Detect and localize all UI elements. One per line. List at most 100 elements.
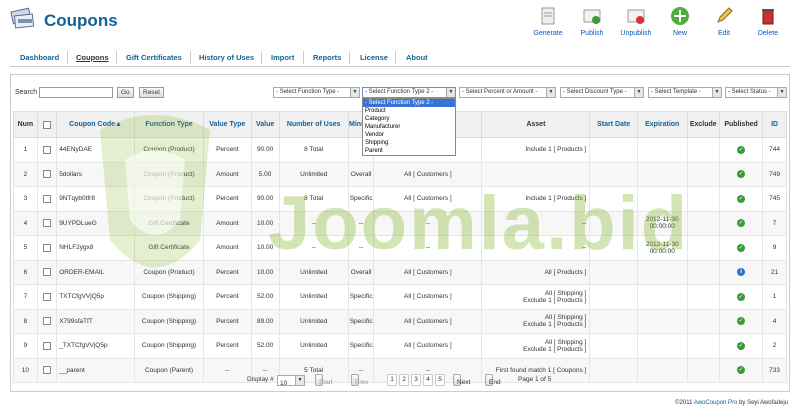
percent-amount-select[interactable]: - Select Percent or Amount - ▼ [459, 87, 556, 98]
generate-icon [541, 7, 555, 25]
table-row[interactable]: 7 TXTCfgVVjQ5p Coupon (Shipping) Percent 52.… [13, 284, 787, 310]
published-check-icon[interactable]: ✓ [737, 341, 746, 350]
function-type-select[interactable]: - Select Function Type - ▼ [273, 87, 360, 98]
generate-button[interactable]: Generate [526, 6, 570, 37]
edit-button[interactable]: Edit [702, 6, 746, 37]
row-checkbox[interactable] [42, 194, 51, 203]
dropdown-option[interactable]: Manufacturer [363, 123, 455, 131]
published-check-icon[interactable]: ✓ [737, 145, 746, 154]
dropdown-option[interactable]: - Select Function Type 2 - [363, 99, 455, 107]
customers: All [ Customers ] [373, 161, 483, 187]
coupon-code-link[interactable]: TXTCfgVVjQ5p [56, 284, 135, 310]
table-row[interactable]: 4 9UYPDLueG Gift Certificate Amount 10.00 -- -… [13, 210, 787, 236]
column-header-published[interactable]: Published [718, 111, 764, 138]
table-row[interactable]: 9 _TXTCfgVVjQ5p Coupon (Shipping) Percent 52… [13, 333, 787, 359]
published-check-icon[interactable]: ✓ [737, 317, 746, 326]
display-count-select[interactable]: 10 ▼ [277, 375, 305, 386]
new-button[interactable]: New [658, 6, 702, 37]
delete-button[interactable]: Delete [746, 6, 790, 37]
column-header-number-of-uses[interactable]: Number of Uses [278, 111, 349, 138]
page-2[interactable]: 2 [399, 374, 409, 386]
nav-gift-certificates[interactable]: Gift Certificates [126, 53, 182, 62]
column-header-function-type[interactable]: Function Type [133, 111, 205, 138]
page-5[interactable]: 5 [435, 374, 445, 386]
column-header-num[interactable]: Num [13, 111, 38, 138]
row-num: 5 [13, 235, 38, 261]
coupon-code-link[interactable]: 44ENyDAE [56, 137, 135, 163]
prev-button[interactable]: Prev [351, 374, 368, 386]
page-3[interactable]: 3 [411, 374, 421, 386]
row-num: 1 [13, 137, 38, 163]
status-select[interactable]: - Select Status - ▼ [725, 87, 787, 98]
page-1[interactable]: 1 [387, 374, 397, 386]
row-checkbox[interactable] [42, 243, 51, 252]
table-row[interactable]: 3 9NTqyb0tfr8 Coupon (Product) Percent 90.00… [13, 186, 787, 212]
nav-history-of-uses[interactable]: History of Uses [199, 53, 254, 62]
nav-about[interactable]: About [406, 53, 428, 62]
next-button[interactable]: Next [453, 374, 470, 386]
coupon-code-link[interactable]: 5dollars [56, 161, 135, 187]
search-input[interactable] [39, 87, 113, 98]
nav-reports[interactable]: Reports [313, 53, 341, 62]
dropdown-option[interactable]: Shipping [363, 139, 455, 147]
nav-import[interactable]: Import [271, 53, 294, 62]
function-type-2-select[interactable]: - Select Function Type 2 - ▼ [362, 87, 456, 98]
start-button[interactable]: Start [315, 374, 333, 386]
column-header-select-all[interactable] [36, 111, 58, 138]
published-check-icon[interactable]: ✓ [737, 243, 746, 252]
dropdown-option[interactable]: Vendor [363, 131, 455, 139]
nav-license[interactable]: License [360, 53, 388, 62]
row-checkbox[interactable] [42, 317, 51, 326]
coupon-code-link[interactable]: 9NTqyb0tfr8 [56, 186, 135, 212]
value: 52.00 [250, 284, 280, 310]
column-header-start-date[interactable]: Start Date [589, 111, 638, 138]
info-icon[interactable]: i [737, 268, 746, 277]
row-checkbox[interactable] [42, 292, 51, 301]
dropdown-option[interactable]: Product [363, 107, 455, 115]
dropdown-option[interactable]: Parent [363, 147, 455, 155]
published-check-icon[interactable]: ✓ [737, 292, 746, 301]
go-button[interactable]: Go [117, 87, 134, 98]
coupon-code-link[interactable]: _TXTCfgVVjQ5p [56, 333, 135, 359]
published-check-icon[interactable]: ✓ [737, 170, 746, 179]
publish-button[interactable]: Publish [570, 6, 614, 37]
column-header-expiration[interactable]: Expiration [636, 111, 688, 138]
column-header-value[interactable]: Value [250, 111, 280, 138]
row-checkbox[interactable] [42, 268, 51, 277]
select-all-checkbox[interactable] [42, 120, 51, 129]
nav-dashboard[interactable]: Dashboard [20, 53, 59, 62]
nav-separator [261, 51, 262, 64]
discount-type-select[interactable]: - Select Discount Type - ▼ [560, 87, 644, 98]
unpublish-button[interactable]: Unpublish [614, 6, 658, 37]
table-row[interactable]: 6 ORDER-EMAIL Coupon (Product) Percent 10.00… [13, 259, 787, 285]
coupon-code-link[interactable]: ORDER-EMAIL [56, 259, 135, 285]
row-checkbox[interactable] [42, 170, 51, 179]
coupon-code-link[interactable]: NHLF2ygx8 [56, 235, 135, 261]
row-id: 9 [762, 235, 787, 261]
published-check-icon[interactable]: ✓ [737, 194, 746, 203]
row-checkbox[interactable] [42, 219, 51, 228]
value-type: Percent [203, 284, 252, 310]
table-row[interactable]: 8 X799sfaTfT Coupon (Shipping) Percent 89.00… [13, 308, 787, 334]
reset-button[interactable]: Reset [139, 87, 164, 98]
column-header-value-type[interactable]: Value Type [203, 111, 252, 138]
table-row[interactable]: 5 NHLF2ygx8 Gift Certificate Amount 10.00 -- -… [13, 235, 787, 261]
template-select[interactable]: - Select Template - ▼ [648, 87, 722, 98]
dropdown-option[interactable]: Category [363, 115, 455, 123]
coupon-code-link[interactable]: X799sfaTfT [56, 308, 135, 334]
row-checkbox[interactable] [42, 341, 51, 350]
table-row[interactable]: 2 5dollars Coupon (Product) Amount 5.00 Unlim… [13, 161, 787, 187]
table-body: 1 44ENyDAE Coupon (Product) Percent 90.00 8 T… [13, 137, 787, 383]
nav-coupons[interactable]: Coupons [76, 53, 109, 62]
column-header-coupon-code[interactable]: Coupon Code▲ [56, 111, 135, 138]
row-checkbox[interactable] [42, 145, 51, 154]
number-of-uses: -- [278, 235, 349, 261]
page-4[interactable]: 4 [423, 374, 433, 386]
asset [481, 161, 591, 187]
published-check-icon[interactable]: ✓ [737, 219, 746, 228]
end-button[interactable]: End [485, 374, 501, 386]
coupon-code-link[interactable]: 9UYPDLueG [56, 210, 135, 236]
start-date [589, 161, 638, 187]
footer-product-link[interactable]: AwoCoupon Pro [694, 400, 738, 406]
column-header-id[interactable]: ID [762, 111, 787, 138]
